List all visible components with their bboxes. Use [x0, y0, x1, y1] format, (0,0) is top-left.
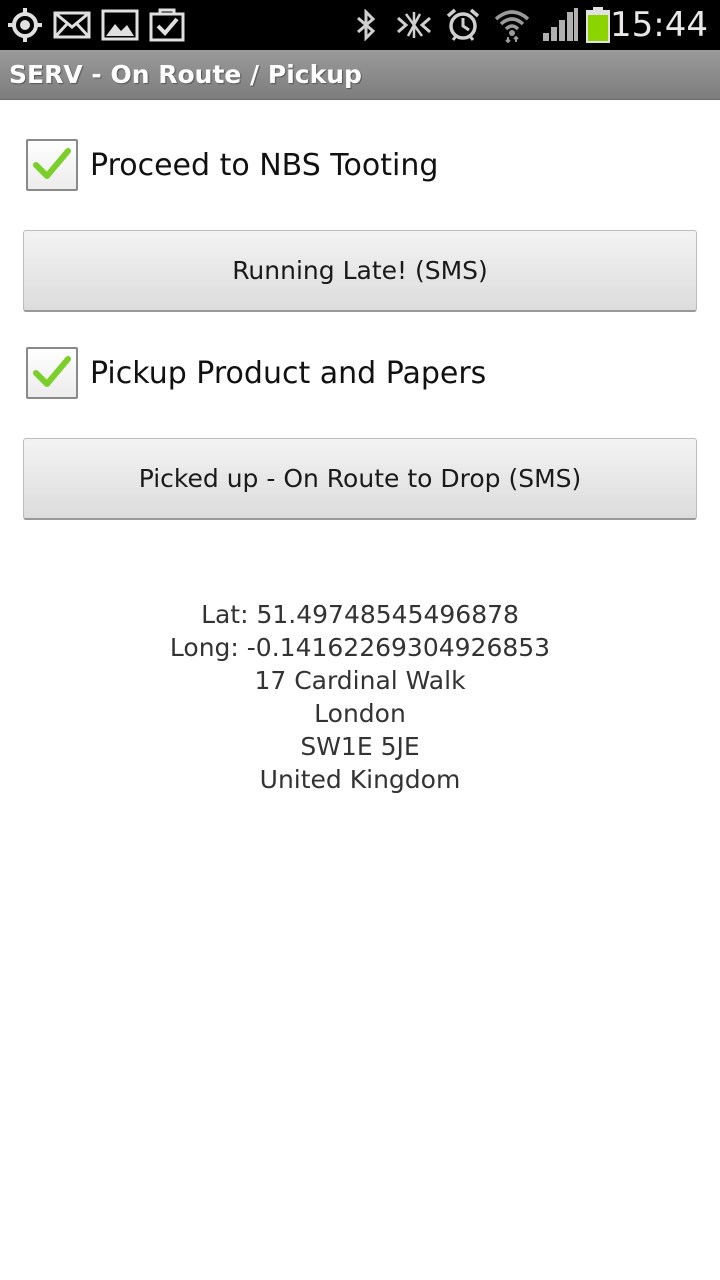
running-late-button[interactable]: Running Late! (SMS)	[23, 230, 697, 312]
gps-icon	[6, 5, 44, 45]
bluetooth-icon	[352, 5, 380, 45]
step-pickup-checkbox[interactable]	[26, 347, 78, 399]
address-country: United Kingdom	[259, 765, 461, 794]
address-city: London	[314, 699, 406, 728]
location-info: Lat: 51.49748545496878 Long: -0.14162269…	[0, 598, 720, 796]
latitude-text: Lat: 51.49748545496878	[201, 600, 519, 629]
app-title-bar: SERV - On Route / Pickup	[0, 50, 720, 100]
signal-icon	[540, 5, 580, 45]
battery-icon	[584, 5, 612, 45]
wifi-icon	[492, 5, 532, 45]
longitude-text: Long: -0.14162269304926853	[169, 633, 551, 662]
page-title: SERV - On Route / Pickup	[9, 60, 362, 89]
step-pickup-row[interactable]: Pickup Product and Papers	[26, 345, 486, 401]
check-mark-icon	[32, 353, 72, 393]
alarm-icon	[444, 5, 482, 45]
nfc-icon	[393, 5, 435, 45]
picked-up-button[interactable]: Picked up - On Route to Drop (SMS)	[23, 438, 697, 520]
step-pickup-label: Pickup Product and Papers	[90, 355, 487, 391]
address-postcode: SW1E 5JE	[300, 732, 420, 761]
step-proceed-label: Proceed to NBS Tooting	[90, 147, 439, 183]
status-bar: 15:44	[0, 0, 720, 50]
task-icon	[148, 5, 186, 45]
step-proceed-checkbox[interactable]	[26, 139, 78, 191]
step-proceed-row[interactable]: Proceed to NBS Tooting	[26, 137, 438, 193]
address-street: 17 Cardinal Walk	[254, 666, 466, 695]
gallery-icon	[100, 5, 140, 45]
mail-icon	[52, 5, 92, 45]
status-clock: 15:44	[610, 5, 708, 45]
check-mark-icon	[32, 145, 72, 185]
